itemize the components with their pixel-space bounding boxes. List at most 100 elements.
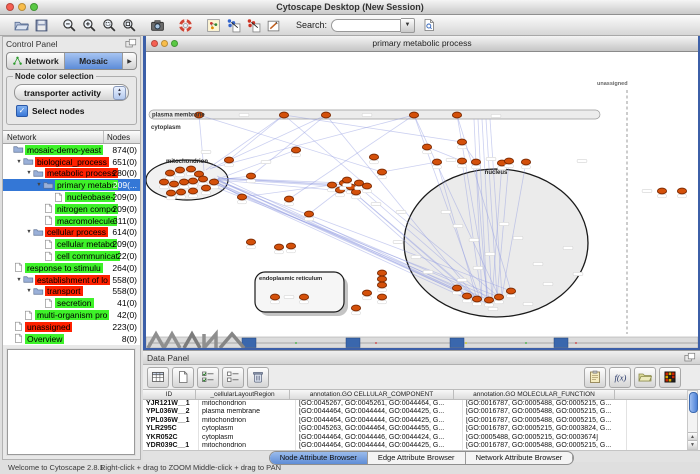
network-node[interactable] <box>504 158 513 164</box>
tree-expand-icon[interactable]: ▼ <box>25 229 33 235</box>
network-node[interactable] <box>279 112 288 118</box>
birdseye-view-panel[interactable] <box>7 349 135 455</box>
save-session-button[interactable] <box>33 17 50 34</box>
network-node[interactable] <box>188 188 197 194</box>
layout-button[interactable] <box>245 17 262 34</box>
table-row[interactable]: YJR121W__1mitochondrion[GO:0045267, GO:0… <box>143 400 687 408</box>
network-node[interactable] <box>165 170 174 176</box>
network-node[interactable] <box>284 196 293 202</box>
network-node[interactable] <box>494 294 503 300</box>
network-node[interactable] <box>291 147 300 153</box>
network-node[interactable] <box>198 176 207 182</box>
network-node[interactable] <box>657 188 666 194</box>
node-color-dropdown[interactable]: transporter activity ▲▼ <box>14 84 129 101</box>
table-row[interactable]: YPL036W__2plasma membrane[GO:0044464, GO… <box>143 408 687 416</box>
network-tree-row[interactable]: ▼primary metabo209(... <box>3 179 140 191</box>
network-node[interactable] <box>224 157 233 163</box>
network-node[interactable] <box>452 285 461 291</box>
network-node[interactable] <box>377 282 386 288</box>
network-node[interactable] <box>432 159 441 165</box>
unselect-attributes-button[interactable] <box>222 367 244 388</box>
tree-expand-icon[interactable]: ▼ <box>35 182 43 188</box>
network-node[interactable] <box>201 185 210 191</box>
network-node[interactable] <box>209 179 218 185</box>
network-tree-row[interactable]: cell communicat22(0) <box>3 250 140 262</box>
float-panel-icon[interactable] <box>125 38 137 49</box>
network-node[interactable] <box>186 166 195 172</box>
network-tree-row[interactable]: response to stimulu264(0) <box>3 262 140 274</box>
zoom-out-button[interactable] <box>61 17 78 34</box>
table-scrollbar[interactable]: ▲ ▼ <box>687 390 698 450</box>
network-node[interactable] <box>457 158 466 164</box>
network-node[interactable] <box>506 288 515 294</box>
attribute-table-button[interactable] <box>147 367 169 388</box>
table-row[interactable]: YLR295Ccytoplasm[GO:0045263, GO:0044464,… <box>143 425 687 433</box>
scrollbar-thumb[interactable] <box>689 392 698 413</box>
delete-attribute-button[interactable] <box>247 367 269 388</box>
table-row[interactable]: YDR039C__1mitochondrion[GO:0044464, GO:0… <box>143 442 687 450</box>
network-node[interactable] <box>472 296 481 302</box>
tree-expand-icon[interactable]: ▼ <box>15 277 23 283</box>
network-tree-row[interactable]: secretion41(0) <box>3 297 140 309</box>
network-tree-row[interactable]: ▼transport558(0) <box>3 286 140 298</box>
more-tabs-arrow-icon[interactable]: ▶ <box>123 53 136 69</box>
network-node[interactable] <box>409 112 418 118</box>
network-node[interactable] <box>179 179 188 185</box>
zoom-in-button[interactable] <box>81 17 98 34</box>
network-node[interactable] <box>342 177 351 183</box>
network-tree-row[interactable]: unassigned223(0) <box>3 321 140 333</box>
network-tree-row[interactable]: Overview8(0) <box>3 333 140 345</box>
network-node[interactable] <box>457 139 466 145</box>
zoom-selected-region-button[interactable] <box>101 17 118 34</box>
network-node[interactable] <box>422 144 431 150</box>
network-tree-row[interactable]: ▼establishment of lo558(0) <box>3 274 140 286</box>
heatmap-button[interactable] <box>659 367 681 388</box>
select-nodes-checkbox[interactable]: ✓ <box>16 105 28 117</box>
tab-network[interactable]: Network <box>7 53 65 69</box>
network-node[interactable] <box>377 169 386 175</box>
search-input[interactable] <box>331 19 401 32</box>
network-node[interactable] <box>452 112 461 118</box>
network-tree-row[interactable]: mosaic-demo-yeast874(0) <box>3 144 140 156</box>
network-column-header[interactable]: Network <box>3 131 104 143</box>
search-dropdown-arrow-icon[interactable]: ▼ <box>401 18 415 33</box>
column-header[interactable]: annotation.GO MOLECULAR_FUNCTION <box>454 390 615 399</box>
nodes-column-header[interactable]: Nodes <box>104 133 140 142</box>
network-node[interactable] <box>188 178 197 184</box>
annotation-button[interactable] <box>265 17 282 34</box>
network-node[interactable] <box>377 270 386 276</box>
search-options-icon[interactable] <box>420 17 437 34</box>
float-panel-icon[interactable] <box>684 352 696 363</box>
tree-expand-icon[interactable]: ▼ <box>15 159 23 165</box>
network-node[interactable] <box>159 179 168 185</box>
network-node[interactable] <box>351 305 360 311</box>
network-tree-row[interactable]: nitrogen compo209(0) <box>3 203 140 215</box>
network-node[interactable] <box>484 297 493 303</box>
scroll-down-icon[interactable]: ▼ <box>688 440 697 449</box>
network-canvas[interactable]: plasma membranecytoplasmmitochondrionnuc… <box>146 52 698 348</box>
network-node[interactable] <box>176 189 185 195</box>
network-node[interactable] <box>377 294 386 300</box>
column-header[interactable]: _cellularLayoutRegion <box>196 390 290 399</box>
network-node[interactable] <box>237 194 246 200</box>
network-node[interactable] <box>369 154 378 160</box>
network-svg[interactable]: plasma membranecytoplasmmitochondrionnuc… <box>146 52 698 348</box>
network-node[interactable] <box>166 190 175 196</box>
network-node[interactable] <box>362 290 371 296</box>
open-file-button[interactable] <box>13 17 30 34</box>
network-tree-row[interactable]: multi-organism pro42(0) <box>3 309 140 321</box>
network-node[interactable] <box>321 112 330 118</box>
network-tree-row[interactable]: macromolecule311(0) <box>3 215 140 227</box>
zoom-fit-button[interactable] <box>121 17 138 34</box>
network-tree-row[interactable]: ▼cellular process614(0) <box>3 227 140 239</box>
network-tree-row[interactable]: cellular metabo209(0) <box>3 238 140 250</box>
table-row[interactable]: YKR052Ccytoplasm[GO:0044464, GO:0044446,… <box>143 434 687 442</box>
tree-expand-icon[interactable]: ▼ <box>25 170 33 176</box>
network-node[interactable] <box>274 244 283 250</box>
network-node[interactable] <box>304 211 313 217</box>
table-row[interactable]: YPL036W__1mitochondrion[GO:0044464, GO:0… <box>143 417 687 425</box>
manage-networks-button[interactable] <box>205 17 222 34</box>
network-node[interactable] <box>299 294 308 300</box>
network-node[interactable] <box>175 167 184 173</box>
select-attributes-button[interactable] <box>197 367 219 388</box>
